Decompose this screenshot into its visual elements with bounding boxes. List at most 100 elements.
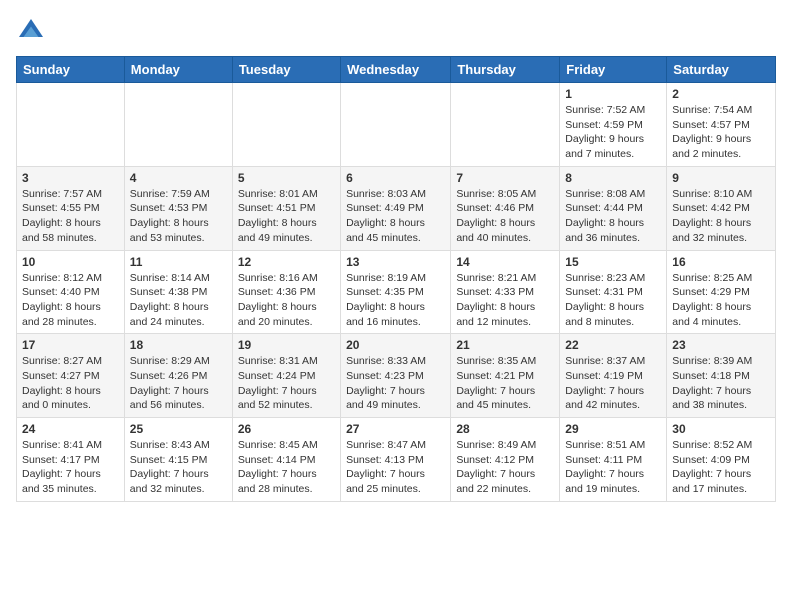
- day-cell: 9 Sunrise: 8:10 AM Sunset: 4:42 PM Daylig…: [667, 166, 776, 250]
- day-cell: 10 Sunrise: 8:12 AM Sunset: 4:40 PM Dayli…: [17, 250, 125, 334]
- day-cell: 7Sunrise: 8:05 AM Sunset: 4:46 PM Daylig…: [451, 166, 560, 250]
- weekday-header-saturday: Saturday: [667, 57, 776, 83]
- header: [16, 16, 776, 46]
- day-cell: 1 Sunrise: 7:52 AM Sunset: 4:59 PM Daylig…: [560, 83, 667, 167]
- day-number: 11: [130, 255, 227, 269]
- day-cell: [341, 83, 451, 167]
- day-info: Sunrise: 7:54 AM Sunset: 4:57 PM Dayligh…: [672, 103, 770, 162]
- day-number: 19: [238, 338, 335, 352]
- day-number: 18: [130, 338, 227, 352]
- day-number: 25: [130, 422, 227, 436]
- day-info: Sunrise: 8:39 AM Sunset: 4:18 PM Dayligh…: [672, 354, 770, 413]
- day-info: Sunrise: 8:51 AM Sunset: 4:11 PM Dayligh…: [565, 438, 661, 497]
- week-row-3: 17 Sunrise: 8:27 AM Sunset: 4:27 PM Dayli…: [17, 334, 776, 418]
- day-cell: 15 Sunrise: 8:23 AM Sunset: 4:31 PM Dayli…: [560, 250, 667, 334]
- day-cell: 30 Sunrise: 8:52 AM Sunset: 4:09 PM Dayli…: [667, 418, 776, 502]
- day-number: 6: [346, 171, 445, 185]
- day-cell: 29 Sunrise: 8:51 AM Sunset: 4:11 PM Dayli…: [560, 418, 667, 502]
- logo: [16, 16, 50, 46]
- day-number: 26: [238, 422, 335, 436]
- day-number: 17: [22, 338, 119, 352]
- day-number: 22: [565, 338, 661, 352]
- day-number: 14: [456, 255, 554, 269]
- day-number: 30: [672, 422, 770, 436]
- day-info: Sunrise: 8:33 AM Sunset: 4:23 PM Dayligh…: [346, 354, 445, 413]
- day-cell: 6 Sunrise: 8:03 AM Sunset: 4:49 PM Daylig…: [341, 166, 451, 250]
- day-cell: 11 Sunrise: 8:14 AM Sunset: 4:38 PM Dayli…: [124, 250, 232, 334]
- day-number: 9: [672, 171, 770, 185]
- day-info: Sunrise: 8:08 AM Sunset: 4:44 PM Dayligh…: [565, 187, 661, 246]
- day-cell: 25 Sunrise: 8:43 AM Sunset: 4:15 PM Dayli…: [124, 418, 232, 502]
- day-cell: 17 Sunrise: 8:27 AM Sunset: 4:27 PM Dayli…: [17, 334, 125, 418]
- day-cell: 20 Sunrise: 8:33 AM Sunset: 4:23 PM Dayli…: [341, 334, 451, 418]
- calendar: SundayMondayTuesdayWednesdayThursdayFrid…: [16, 56, 776, 502]
- day-number: 5: [238, 171, 335, 185]
- day-number: 16: [672, 255, 770, 269]
- day-number: 23: [672, 338, 770, 352]
- day-info: Sunrise: 8:52 AM Sunset: 4:09 PM Dayligh…: [672, 438, 770, 497]
- day-cell: 2 Sunrise: 7:54 AM Sunset: 4:57 PM Daylig…: [667, 83, 776, 167]
- day-number: 12: [238, 255, 335, 269]
- day-info: Sunrise: 8:21 AM Sunset: 4:33 PM Dayligh…: [456, 271, 554, 330]
- day-number: 20: [346, 338, 445, 352]
- day-info: Sunrise: 8:41 AM Sunset: 4:17 PM Dayligh…: [22, 438, 119, 497]
- day-number: 15: [565, 255, 661, 269]
- week-row-4: 24Sunrise: 8:41 AM Sunset: 4:17 PM Dayli…: [17, 418, 776, 502]
- day-number: 27: [346, 422, 445, 436]
- day-info: Sunrise: 7:59 AM Sunset: 4:53 PM Dayligh…: [130, 187, 227, 246]
- day-cell: 26 Sunrise: 8:45 AM Sunset: 4:14 PM Dayli…: [232, 418, 340, 502]
- day-number: 29: [565, 422, 661, 436]
- day-number: 3: [22, 171, 119, 185]
- day-cell: 14 Sunrise: 8:21 AM Sunset: 4:33 PM Dayli…: [451, 250, 560, 334]
- day-info: Sunrise: 8:43 AM Sunset: 4:15 PM Dayligh…: [130, 438, 227, 497]
- day-info: Sunrise: 8:16 AM Sunset: 4:36 PM Dayligh…: [238, 271, 335, 330]
- day-cell: 21 Sunrise: 8:35 AM Sunset: 4:21 PM Dayli…: [451, 334, 560, 418]
- day-info: Sunrise: 8:49 AM Sunset: 4:12 PM Dayligh…: [456, 438, 554, 497]
- day-cell: 27 Sunrise: 8:47 AM Sunset: 4:13 PM Dayli…: [341, 418, 451, 502]
- logo-icon: [16, 16, 46, 46]
- day-number: 10: [22, 255, 119, 269]
- day-info: Sunrise: 8:27 AM Sunset: 4:27 PM Dayligh…: [22, 354, 119, 413]
- day-cell: 13 Sunrise: 8:19 AM Sunset: 4:35 PM Dayli…: [341, 250, 451, 334]
- day-info: Sunrise: 8:19 AM Sunset: 4:35 PM Dayligh…: [346, 271, 445, 330]
- day-info: Sunrise: 8:14 AM Sunset: 4:38 PM Dayligh…: [130, 271, 227, 330]
- day-cell: 24Sunrise: 8:41 AM Sunset: 4:17 PM Dayli…: [17, 418, 125, 502]
- day-cell: [232, 83, 340, 167]
- day-cell: 4 Sunrise: 7:59 AM Sunset: 4:53 PM Daylig…: [124, 166, 232, 250]
- day-cell: [124, 83, 232, 167]
- weekday-header-row: SundayMondayTuesdayWednesdayThursdayFrid…: [17, 57, 776, 83]
- day-cell: [17, 83, 125, 167]
- day-info: Sunrise: 8:01 AM Sunset: 4:51 PM Dayligh…: [238, 187, 335, 246]
- day-info: Sunrise: 8:45 AM Sunset: 4:14 PM Dayligh…: [238, 438, 335, 497]
- day-number: 1: [565, 87, 661, 101]
- day-cell: 12 Sunrise: 8:16 AM Sunset: 4:36 PM Dayli…: [232, 250, 340, 334]
- day-number: 13: [346, 255, 445, 269]
- day-info: Sunrise: 7:52 AM Sunset: 4:59 PM Dayligh…: [565, 103, 661, 162]
- day-number: 2: [672, 87, 770, 101]
- day-cell: [451, 83, 560, 167]
- day-number: 21: [456, 338, 554, 352]
- day-cell: 16 Sunrise: 8:25 AM Sunset: 4:29 PM Dayli…: [667, 250, 776, 334]
- weekday-header-friday: Friday: [560, 57, 667, 83]
- day-info: Sunrise: 8:10 AM Sunset: 4:42 PM Dayligh…: [672, 187, 770, 246]
- day-number: 7: [456, 171, 554, 185]
- day-number: 4: [130, 171, 227, 185]
- week-row-1: 3Sunrise: 7:57 AM Sunset: 4:55 PM Daylig…: [17, 166, 776, 250]
- day-info: Sunrise: 8:47 AM Sunset: 4:13 PM Dayligh…: [346, 438, 445, 497]
- weekday-header-tuesday: Tuesday: [232, 57, 340, 83]
- week-row-2: 10 Sunrise: 8:12 AM Sunset: 4:40 PM Dayli…: [17, 250, 776, 334]
- day-info: Sunrise: 8:35 AM Sunset: 4:21 PM Dayligh…: [456, 354, 554, 413]
- day-cell: 8Sunrise: 8:08 AM Sunset: 4:44 PM Daylig…: [560, 166, 667, 250]
- day-info: Sunrise: 8:12 AM Sunset: 4:40 PM Dayligh…: [22, 271, 119, 330]
- weekday-header-wednesday: Wednesday: [341, 57, 451, 83]
- day-info: Sunrise: 8:23 AM Sunset: 4:31 PM Dayligh…: [565, 271, 661, 330]
- day-cell: 3Sunrise: 7:57 AM Sunset: 4:55 PM Daylig…: [17, 166, 125, 250]
- weekday-header-sunday: Sunday: [17, 57, 125, 83]
- weekday-header-monday: Monday: [124, 57, 232, 83]
- day-cell: 28Sunrise: 8:49 AM Sunset: 4:12 PM Dayli…: [451, 418, 560, 502]
- page: SundayMondayTuesdayWednesdayThursdayFrid…: [0, 0, 792, 510]
- day-info: Sunrise: 8:03 AM Sunset: 4:49 PM Dayligh…: [346, 187, 445, 246]
- day-cell: 23 Sunrise: 8:39 AM Sunset: 4:18 PM Dayli…: [667, 334, 776, 418]
- day-info: Sunrise: 8:25 AM Sunset: 4:29 PM Dayligh…: [672, 271, 770, 330]
- week-row-0: 1 Sunrise: 7:52 AM Sunset: 4:59 PM Daylig…: [17, 83, 776, 167]
